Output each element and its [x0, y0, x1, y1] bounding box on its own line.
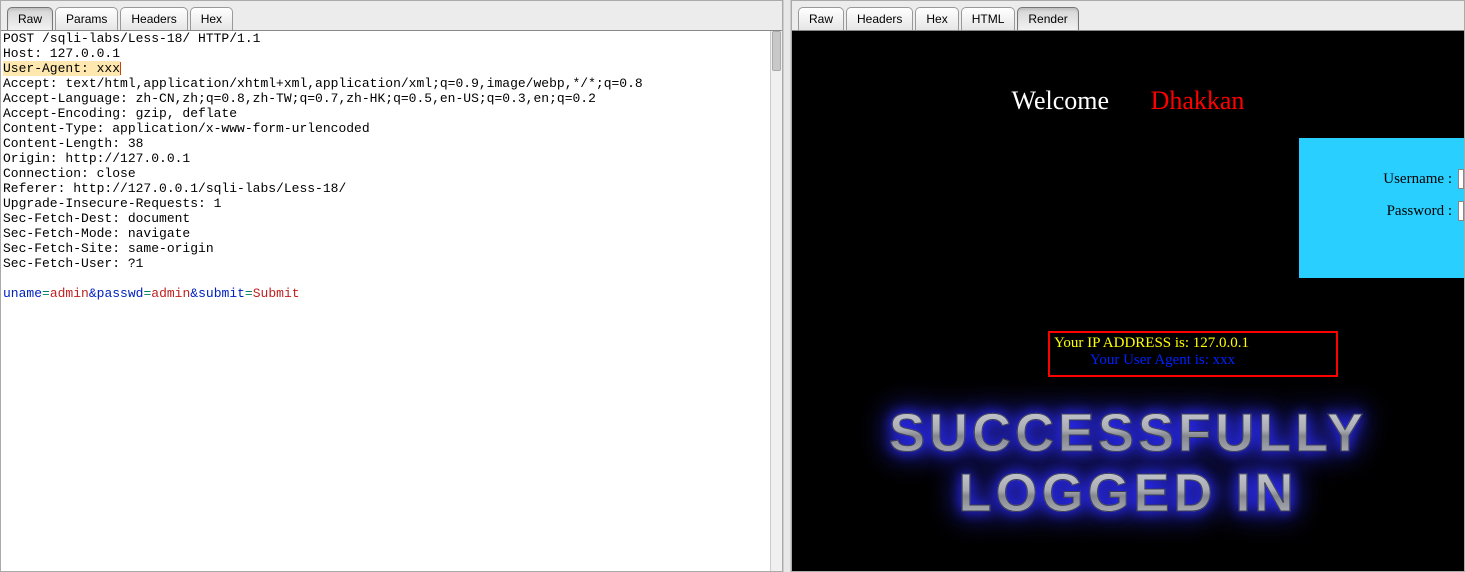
response-tab-headers[interactable]: Headers [846, 7, 913, 30]
response-tab-html[interactable]: HTML [961, 7, 1016, 30]
request-tab-headers[interactable]: Headers [120, 7, 187, 30]
scrollbar-thumb[interactable] [772, 31, 781, 71]
response-tab-raw[interactable]: Raw [798, 7, 844, 30]
request-tab-raw[interactable]: Raw [7, 7, 53, 30]
header-line[interactable]: Content-Length: 38 [3, 136, 143, 151]
header-line[interactable]: Accept-Encoding: gzip, deflate [3, 106, 237, 121]
username-label: Username : [1383, 171, 1452, 188]
header-line[interactable]: Sec-Fetch-User: ?1 [3, 256, 143, 271]
request-text-area[interactable]: POST /sqli-labs/Less-18/ HTTP/1.1 Host: … [1, 31, 782, 571]
welcome-text: Welcome [1012, 86, 1129, 115]
header-line[interactable]: Origin: http://127.0.0.1 [3, 151, 190, 166]
response-tab-render[interactable]: Render [1017, 7, 1078, 30]
password-field[interactable] [1458, 201, 1464, 221]
header-line[interactable]: Sec-Fetch-Dest: document [3, 211, 190, 226]
username-field[interactable] [1458, 169, 1464, 189]
request-tabbar: RawParamsHeadersHex [1, 1, 782, 31]
header-line[interactable]: Accept-Language: zh-CN,zh;q=0.8,zh-TW;q=… [3, 91, 596, 106]
header-line[interactable]: Sec-Fetch-Site: same-origin [3, 241, 214, 256]
response-pane: RawHeadersHexHTMLRender Welcome Dhakkan … [791, 0, 1465, 572]
request-line[interactable]: POST /sqli-labs/Less-18/ HTTP/1.1 [3, 31, 260, 46]
header-line[interactable]: Content-Type: application/x-www-form-url… [3, 121, 370, 136]
welcome-line: Welcome Dhakkan [792, 86, 1464, 116]
success-line1: SUCCESSFULLY [889, 403, 1367, 463]
header-line[interactable]: Sec-Fetch-Mode: navigate [3, 226, 190, 241]
render-view: Welcome Dhakkan Username : Password : Yo… [792, 31, 1464, 571]
header-line[interactable]: Accept: text/html,application/xhtml+xml,… [3, 76, 643, 91]
header-line[interactable]: Upgrade-Insecure-Requests: 1 [3, 196, 221, 211]
response-tabbar: RawHeadersHexHTMLRender [792, 1, 1464, 31]
header-line[interactable]: Host: 127.0.0.1 [3, 46, 120, 61]
success-line2: LOGGED IN [958, 463, 1297, 523]
dhakkan-text: Dhakkan [1151, 86, 1245, 115]
request-pane: RawParamsHeadersHex POST /sqli-labs/Less… [0, 0, 783, 572]
password-label: Password : [1387, 203, 1452, 220]
header-line[interactable]: Referer: http://127.0.0.1/sqli-labs/Less… [3, 181, 346, 196]
response-tab-hex[interactable]: Hex [915, 7, 958, 30]
pane-divider[interactable] [783, 0, 791, 572]
header-user-agent[interactable]: User-Agent: xxx [3, 61, 120, 76]
vertical-scrollbar[interactable] [770, 31, 782, 571]
request-tab-hex[interactable]: Hex [190, 7, 233, 30]
info-box: Your IP ADDRESS is: 127.0.0.1 Your User … [1048, 331, 1338, 377]
header-line[interactable]: Connection: close [3, 166, 136, 181]
request-body[interactable]: uname=admin&passwd=admin&submit=Submit [3, 286, 300, 301]
ua-line: Your User Agent is: xxx [1090, 352, 1235, 369]
request-tab-params[interactable]: Params [55, 7, 118, 30]
login-form: Username : Password : [1299, 138, 1464, 278]
success-banner: SUCCESSFULLY LOGGED IN [792, 403, 1464, 523]
ip-line: Your IP ADDRESS is: 127.0.0.1 [1054, 335, 1332, 352]
